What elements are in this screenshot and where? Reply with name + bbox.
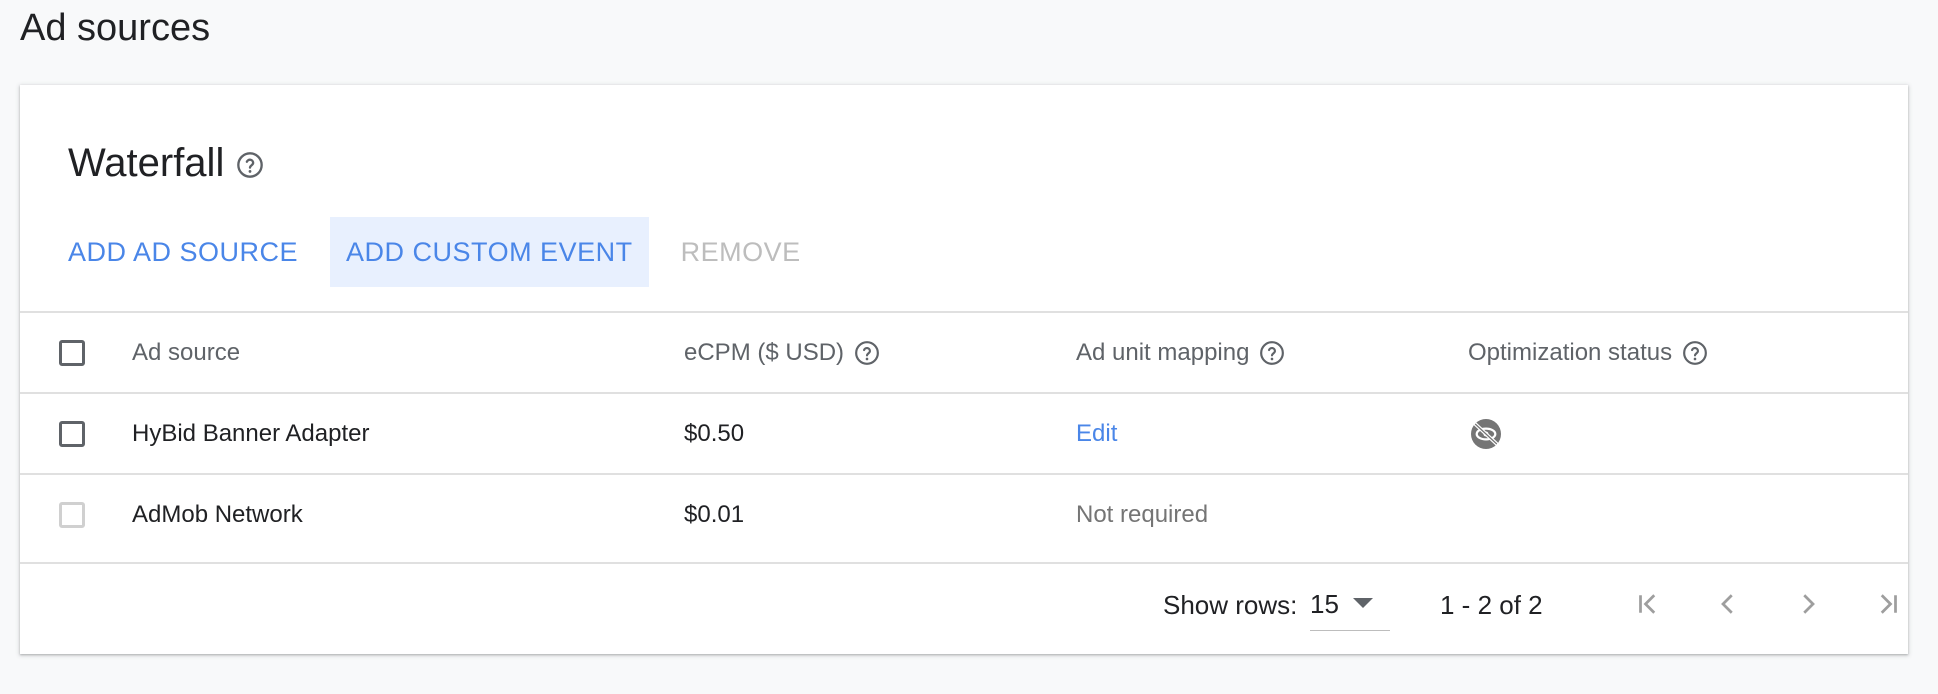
ecpm-value: $0.01 xyxy=(684,500,745,528)
help-icon[interactable] xyxy=(854,340,880,366)
mapping-status: Not required xyxy=(1076,500,1209,528)
waterfall-toolbar: ADD AD SOURCE ADD CUSTOM EVENT REMOVE xyxy=(68,217,817,287)
rows-per-page-value: 15 xyxy=(1310,588,1339,619)
add-custom-event-button[interactable]: ADD CUSTOM EVENT xyxy=(330,217,649,287)
optimization-cell xyxy=(1468,394,1504,473)
mapping-cell: Not required xyxy=(1076,475,1208,554)
table-row: AdMob Network $0.01 Not required xyxy=(20,473,1908,554)
waterfall-table: Ad source eCPM ($ USD) Ad unit mapping O… xyxy=(20,311,1908,554)
pagination-range: 1 - 2 of 2 xyxy=(1440,590,1543,620)
header-ad-source-cell: Ad source xyxy=(132,313,240,392)
remove-button: REMOVE xyxy=(680,236,801,267)
optimization-off-icon[interactable] xyxy=(1468,416,1504,452)
header-optimization-status-cell: Optimization status xyxy=(1468,313,1708,392)
header-optimization-status: Optimization status xyxy=(1468,338,1673,366)
header-ad-unit-mapping: Ad unit mapping xyxy=(1076,338,1250,366)
next-page-button[interactable] xyxy=(1786,582,1830,626)
row-select-cell xyxy=(59,394,85,473)
last-page-icon xyxy=(1873,589,1903,619)
header-ad-source[interactable]: Ad source xyxy=(132,339,240,367)
last-page-button[interactable] xyxy=(1866,582,1910,626)
ad-source-name: HyBid Banner Adapter xyxy=(132,419,370,447)
previous-page-button[interactable] xyxy=(1706,582,1750,626)
chevron-right-icon xyxy=(1793,589,1823,619)
header-ecpm-cell: eCPM ($ USD) xyxy=(684,313,880,392)
table-header-row: Ad source eCPM ($ USD) Ad unit mapping O… xyxy=(20,311,1908,392)
first-page-button[interactable] xyxy=(1626,582,1670,626)
first-page-icon xyxy=(1633,589,1663,619)
chevron-left-icon xyxy=(1713,589,1743,619)
row-checkbox[interactable] xyxy=(59,420,85,447)
table-footer: Show rows: 15 1 - 2 of 2 xyxy=(20,562,1908,654)
waterfall-title: Waterfall xyxy=(68,140,225,185)
ad-source-cell: HyBid Banner Adapter xyxy=(132,394,369,473)
select-all-cell xyxy=(59,313,85,392)
mapping-cell: Edit xyxy=(1076,394,1117,473)
add-ad-source-button[interactable]: ADD AD SOURCE xyxy=(68,217,314,287)
ecpm-cell: $0.50 xyxy=(684,394,744,473)
header-ad-unit-mapping-cell: Ad unit mapping xyxy=(1076,313,1285,392)
show-rows-label: Show rows: xyxy=(1163,590,1298,620)
ecpm-cell: $0.01 xyxy=(684,475,744,554)
help-icon[interactable] xyxy=(236,151,264,179)
page-title: Ad sources xyxy=(20,7,211,49)
row-checkbox xyxy=(59,501,85,528)
waterfall-title-row: Waterfall xyxy=(68,133,264,193)
header-ecpm[interactable]: eCPM ($ USD) xyxy=(684,339,844,367)
edit-mapping-link[interactable]: Edit xyxy=(1076,420,1117,448)
row-select-cell xyxy=(59,475,85,554)
ad-source-cell: AdMob Network xyxy=(132,475,303,554)
select-all-checkbox[interactable] xyxy=(59,339,85,366)
ecpm-value: $0.50 xyxy=(684,419,745,447)
help-icon[interactable] xyxy=(1259,340,1285,366)
caret-down-icon xyxy=(1352,598,1373,610)
table-row: HyBid Banner Adapter $0.50 Edit xyxy=(20,392,1908,473)
rows-per-page-select[interactable]: 15 xyxy=(1310,578,1390,631)
ad-source-name: AdMob Network xyxy=(132,500,303,528)
help-icon[interactable] xyxy=(1682,340,1708,366)
waterfall-card: Waterfall ADD AD SOURCE ADD CUSTOM EVENT… xyxy=(20,85,1908,654)
